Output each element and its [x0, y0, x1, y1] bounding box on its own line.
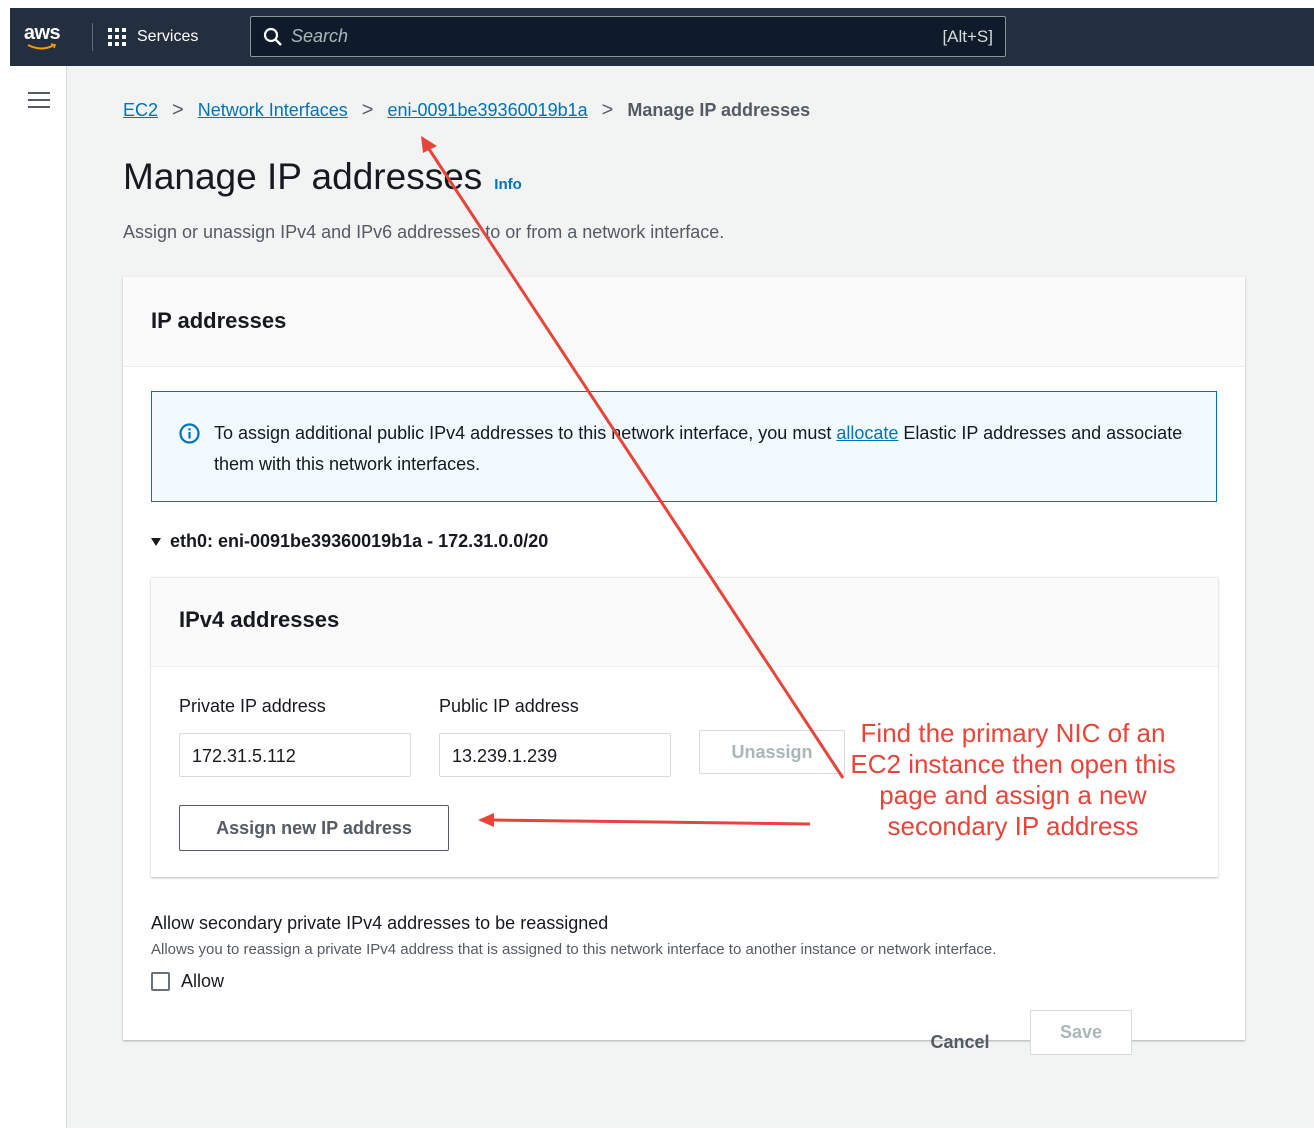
public-ip-field[interactable]: 13.239.1.239 [439, 733, 671, 777]
panel-title: IP addresses [151, 308, 287, 333]
grid-icon [108, 28, 126, 46]
ip-addresses-panel: IP addresses To assign additional public… [123, 277, 1245, 1040]
allow-checkbox-label: Allow [181, 971, 225, 991]
eni-toggle-label: eth0: eni-0091be39360019b1a - 172.31.0.0… [170, 531, 549, 551]
nav-divider [92, 23, 93, 51]
search-input[interactable]: Search [Alt+S] [250, 16, 1006, 57]
info-circle-icon [179, 423, 200, 444]
panel-header: IP addresses [123, 277, 1245, 367]
page-header: Manage IP addresses Info [123, 156, 522, 198]
services-label: Services [137, 28, 199, 45]
allow-reassign-checkbox[interactable] [151, 972, 170, 991]
breadcrumb: EC2 > Network Interfaces > eni-0091be393… [123, 99, 810, 122]
aws-smile-icon [27, 42, 57, 49]
aws-logo[interactable]: aws [10, 8, 74, 66]
ipv4-panel-header: IPv4 addresses [151, 578, 1218, 667]
side-navigation-rail [10, 66, 67, 1128]
assign-new-ip-button[interactable]: Assign new IP address [179, 805, 449, 851]
breadcrumb-current: Manage IP addresses [627, 100, 811, 120]
breadcrumb-ec2[interactable]: EC2 [123, 100, 158, 121]
breadcrumb-eni[interactable]: eni-0091be39360019b1a [387, 100, 587, 121]
cancel-button[interactable]: Cancel [904, 1020, 1016, 1064]
reassign-title: Allow secondary private IPv4 addresses t… [151, 913, 609, 933]
chevron-right-icon: > [172, 99, 184, 121]
menu-icon[interactable] [28, 92, 50, 110]
console-frame: aws Services Search [Alt+S] EC2 > Networ… [10, 8, 1314, 1128]
reassign-description: Allows you to reassign a private IPv4 ad… [151, 941, 997, 958]
unassign-button[interactable]: Unassign [699, 730, 845, 774]
allow-reassign-row: Allow [151, 971, 224, 992]
caret-down-icon [151, 537, 161, 546]
top-navigation: aws Services Search [Alt+S] [10, 8, 1314, 66]
private-ip-field[interactable]: 172.31.5.112 [179, 733, 411, 777]
private-ip-label: Private IP address [179, 696, 326, 716]
chevron-right-icon: > [601, 99, 614, 121]
search-shortcut-hint: [Alt+S] [942, 26, 993, 46]
chevron-right-icon: > [361, 99, 374, 121]
info-alert: To assign additional public IPv4 address… [151, 391, 1217, 502]
annotation-callout: Find the primary NIC of an EC2 instance … [850, 718, 1176, 841]
services-menu-button[interactable]: Services [107, 27, 198, 47]
ipv4-panel-title: IPv4 addresses [179, 607, 340, 632]
breadcrumb-network-interfaces[interactable]: Network Interfaces [198, 100, 348, 121]
page-title: Manage IP addresses [123, 156, 483, 197]
allocate-link[interactable]: allocate [836, 423, 898, 443]
eni-expand-toggle[interactable]: eth0: eni-0091be39360019b1a - 172.31.0.0… [151, 531, 548, 552]
alert-text-start: To assign additional public IPv4 address… [214, 423, 837, 443]
page-description: Assign or unassign IPv4 and IPv6 address… [123, 222, 725, 242]
aws-logo-text: aws [23, 21, 61, 44]
public-ip-label: Public IP address [439, 696, 579, 716]
search-placeholder: Search [291, 26, 349, 46]
save-button[interactable]: Save [1030, 1010, 1132, 1055]
search-icon [263, 27, 282, 46]
info-link[interactable]: Info [494, 176, 522, 193]
